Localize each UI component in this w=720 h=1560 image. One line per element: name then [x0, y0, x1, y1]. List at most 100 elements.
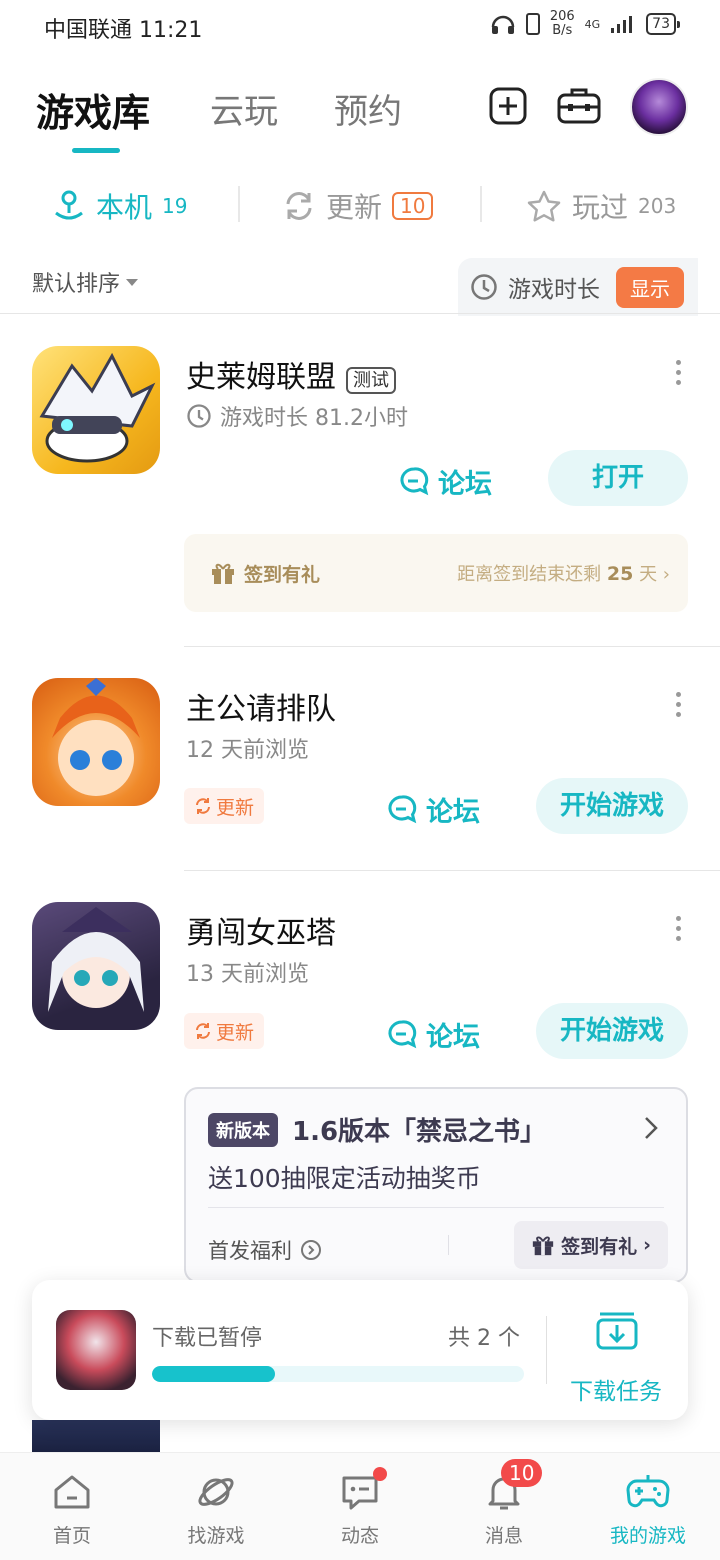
version-sign-in-button[interactable]: 签到有礼 › [514, 1221, 668, 1269]
launch-bonus-link[interactable]: 首发福利 [208, 1235, 322, 1265]
bottom-navigation: 首页 找游戏 动态 10 消息 我的游戏 [0, 1452, 720, 1560]
update-count-badge: 10 [392, 192, 434, 220]
download-status: 下载已暂停 [152, 1326, 263, 1351]
dropdown-arrow-icon [126, 278, 139, 286]
network-label: 4G [584, 17, 601, 31]
active-tab-indicator [72, 148, 120, 153]
more-options-icon[interactable] [676, 360, 684, 390]
carrier-time: 中国联通 11:21 [44, 18, 203, 43]
tab-game-library[interactable]: 游戏库 [36, 82, 150, 137]
nav-home[interactable]: 首页 [12, 1471, 132, 1548]
play-time-toggle: 游戏时长 显示 [458, 258, 698, 316]
chevron-circle-icon [301, 1240, 321, 1260]
subtab-local-label: 本机 [96, 191, 153, 224]
new-version-card[interactable]: 新版本 1.6版本「禁忌之书」 送100抽限定活动抽奖币 首发福利 签到有礼 › [184, 1087, 688, 1283]
clock-icon [187, 404, 211, 428]
tab-reserve[interactable]: 预约 [334, 84, 402, 133]
headphones-icon [491, 15, 515, 34]
download-tray-icon[interactable] [594, 1306, 640, 1352]
play-time-label: 游戏时长 [508, 277, 600, 303]
sign-in-label: 签到有礼 [210, 560, 320, 587]
chevron-right-icon [645, 1117, 658, 1139]
download-game-thumbnail [56, 1310, 136, 1390]
game-icon-partial [32, 1420, 160, 1452]
status-icons: 206 B/s 4G 73 [490, 9, 680, 38]
update-tag[interactable]: 更新 [184, 1013, 265, 1049]
game-title: 勇闯女巫塔 [186, 916, 336, 951]
chat-icon [388, 1019, 417, 1048]
sign-in-countdown: 距离签到结束还剩 25 天 › [457, 563, 670, 585]
nav-my-games[interactable]: 我的游戏 [588, 1471, 708, 1548]
game-icon[interactable] [32, 678, 160, 806]
status-bar: 中国联通 11:21 206 B/s 4G 73 [0, 0, 720, 52]
forum-button[interactable]: 论坛 [386, 1015, 480, 1054]
new-version-tag: 新版本 [208, 1113, 278, 1147]
nav-find-games[interactable]: 找游戏 [156, 1471, 276, 1548]
download-progress-fill [152, 1366, 275, 1382]
download-progress-bar [152, 1366, 524, 1382]
nav-messages[interactable]: 10 消息 [444, 1459, 564, 1548]
refresh-icon [196, 798, 210, 814]
notification-dot [373, 1467, 387, 1481]
update-tag[interactable]: 更新 [184, 788, 265, 824]
game-art-icon [52, 678, 140, 796]
more-options-icon[interactable] [676, 916, 684, 946]
sort-label: 默认排序 [32, 272, 121, 297]
download-tasks-label[interactable]: 下载任务 [570, 1372, 662, 1406]
days-remaining: 25 [606, 563, 634, 585]
add-icon[interactable] [488, 86, 528, 126]
user-avatar[interactable] [630, 78, 688, 136]
subtab-local[interactable]: 本机 19 [52, 186, 187, 226]
nav-feed[interactable]: 动态 [300, 1467, 420, 1548]
divider [238, 186, 240, 222]
clock-icon [471, 274, 497, 300]
subtab-local-count: 19 [162, 194, 188, 218]
show-play-time-button[interactable]: 显示 [616, 266, 684, 308]
refresh-icon [196, 1023, 210, 1039]
home-icon [54, 1475, 90, 1509]
divider [480, 186, 482, 222]
game-play-time: 游戏时长 81.2小时 [186, 400, 408, 432]
download-panel[interactable]: 下载已暂停 共 2 个 下载任务 [32, 1280, 688, 1420]
open-game-button[interactable]: 打开 [548, 450, 688, 506]
subtab-update[interactable]: 更新 10 [282, 186, 434, 226]
subtab-played-count: 203 [638, 194, 677, 218]
more-options-icon[interactable] [676, 692, 684, 722]
game-title: 史莱姆联盟 测试 [186, 352, 396, 396]
phone-icon [525, 13, 540, 35]
toolbox-icon[interactable] [556, 86, 602, 126]
divider [546, 1316, 547, 1384]
refresh-icon [286, 192, 312, 220]
tab-cloud-play[interactable]: 云玩 [210, 84, 278, 133]
planet-icon [198, 1478, 234, 1506]
forum-button[interactable]: 论坛 [386, 790, 480, 829]
battery-indicator: 73 [646, 13, 680, 35]
star-icon [527, 190, 561, 222]
version-title: 1.6版本「禁忌之书」 [292, 1117, 547, 1147]
game-art-icon [48, 907, 144, 1012]
subtab-played[interactable]: 玩过 203 [526, 186, 676, 226]
gift-icon [212, 563, 234, 584]
divider [184, 646, 720, 647]
chat-icon [388, 794, 417, 823]
sort-dropdown[interactable]: 默认排序 [32, 266, 139, 298]
start-game-button[interactable]: 开始游戏 [536, 778, 688, 834]
divider [208, 1207, 664, 1208]
test-tag: 测试 [346, 366, 396, 394]
signal-icon [611, 16, 633, 33]
start-game-button[interactable]: 开始游戏 [536, 1003, 688, 1059]
download-count: 共 2 个 [448, 1326, 520, 1351]
sign-in-reward-bar[interactable]: 签到有礼 距离签到结束还剩 25 天 › [184, 534, 688, 612]
game-icon[interactable] [32, 902, 160, 1030]
net-speed: 206 B/s [549, 9, 575, 38]
divider [0, 313, 720, 314]
forum-button[interactable]: 论坛 [398, 462, 492, 501]
game-last-viewed: 12 天前浏览 [186, 738, 309, 763]
subtab-update-label: 更新 [326, 191, 383, 224]
game-title: 主公请排队 [186, 692, 336, 727]
game-icon[interactable] [32, 346, 160, 474]
message-count-badge: 10 [501, 1459, 543, 1487]
version-description: 送100抽限定活动抽奖币 [208, 1164, 481, 1193]
subtab-played-label: 玩过 [572, 191, 629, 224]
divider [184, 870, 720, 871]
